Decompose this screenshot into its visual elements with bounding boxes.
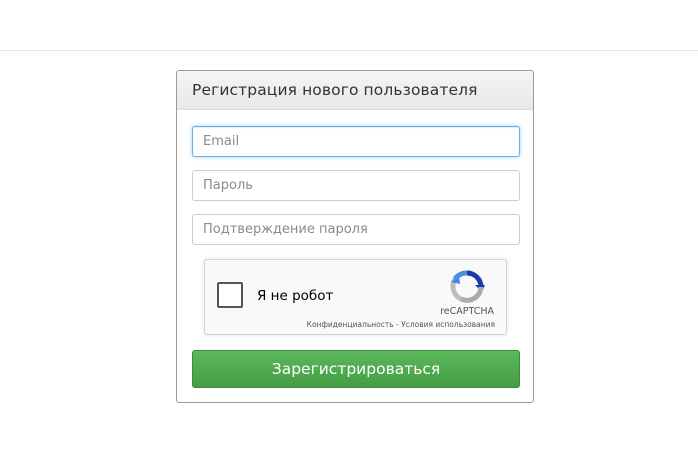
recaptcha-widget: Я не робот reCAPTCHA Конфиденциальность …: [204, 259, 507, 335]
recaptcha-privacy-link[interactable]: Конфиденциальность: [307, 320, 394, 329]
register-button[interactable]: Зарегистрироваться: [192, 350, 520, 388]
header-divider: [0, 50, 698, 51]
email-input[interactable]: [192, 126, 520, 157]
password-input[interactable]: [192, 170, 520, 201]
recaptcha-links: Конфиденциальность - Условия использован…: [307, 320, 495, 329]
recaptcha-label: Я не робот: [257, 288, 334, 304]
recaptcha-checkbox[interactable]: [217, 282, 243, 308]
recaptcha-logo-icon: [450, 270, 485, 303]
panel-title: Регистрация нового пользователя: [177, 71, 533, 110]
recaptcha-terms-link[interactable]: Условия использования: [401, 320, 495, 329]
password-confirm-input[interactable]: [192, 214, 520, 245]
recaptcha-brand: reCAPTCHA: [440, 306, 494, 317]
registration-panel: Регистрация нового пользователя Я не роб…: [176, 70, 534, 403]
